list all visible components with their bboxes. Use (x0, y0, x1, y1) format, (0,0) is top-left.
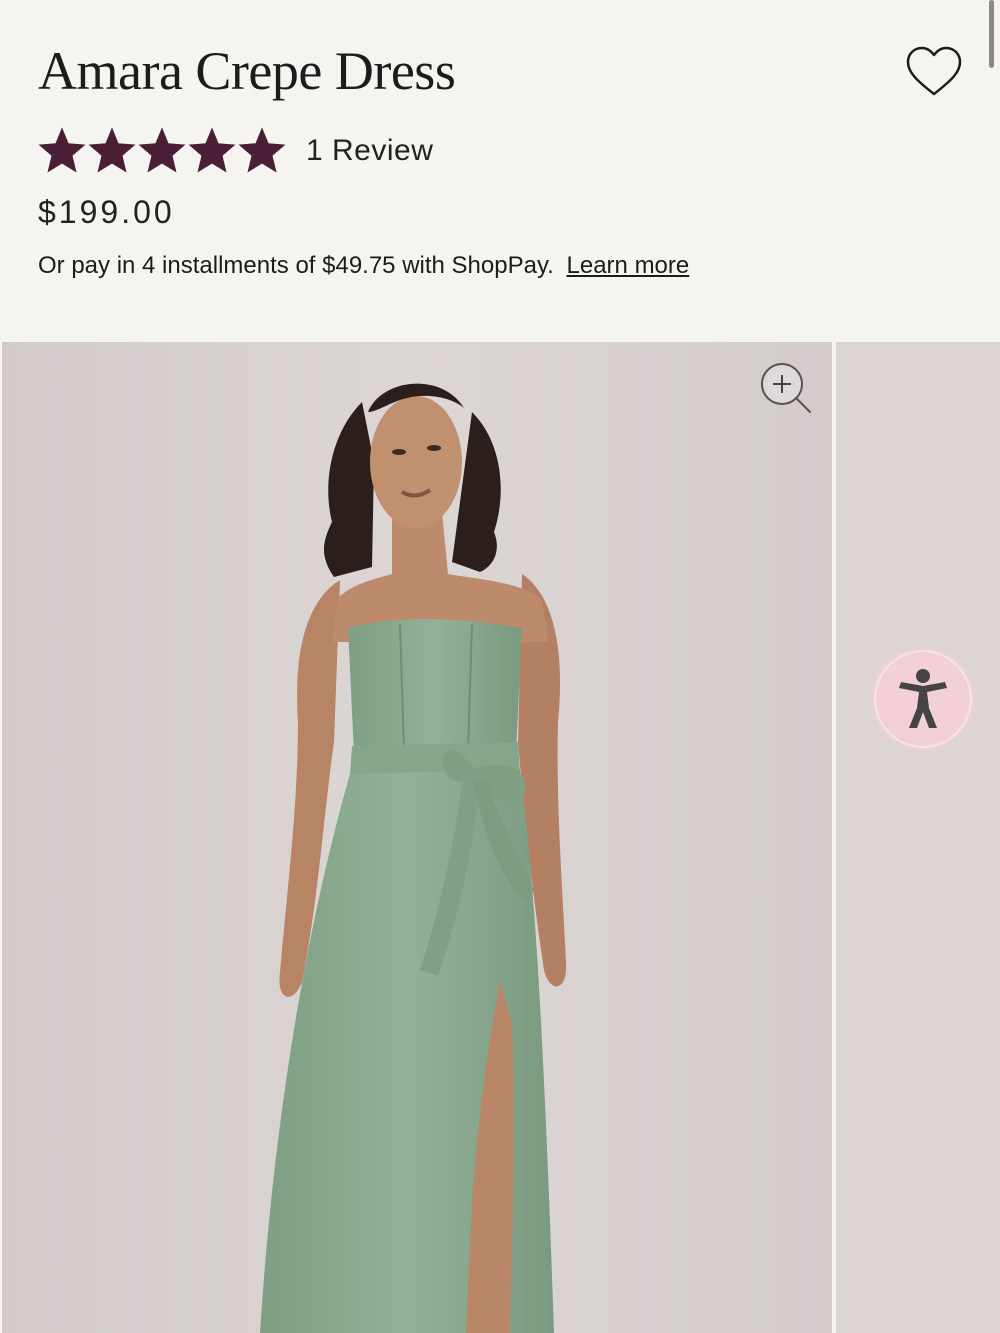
zoom-button[interactable] (758, 360, 816, 418)
product-title: Amara Crepe Dress (38, 41, 456, 101)
page-scrollbar[interactable] (989, 0, 994, 68)
star-icon (88, 127, 136, 173)
accessibility-button[interactable] (874, 650, 972, 748)
review-count-link[interactable]: 1 Review (306, 134, 433, 168)
installments-info: Or pay in 4 installments of $49.75 with … (38, 252, 689, 280)
product-rating[interactable]: 1 Review (38, 124, 433, 178)
gallery-slide-next[interactable] (836, 342, 1000, 1333)
star-icon (238, 127, 286, 173)
product-price: $199.00 (38, 194, 175, 230)
accessibility-person-icon (899, 669, 947, 728)
zoom-in-icon (761, 363, 811, 413)
learn-more-link[interactable]: Learn more (567, 252, 690, 279)
wishlist-button[interactable] (904, 44, 964, 100)
star-icon (188, 127, 236, 173)
gallery-slide-current[interactable] (2, 342, 832, 1333)
star-icon (138, 127, 186, 173)
product-gallery[interactable] (0, 342, 1000, 1333)
star-icon (38, 127, 86, 173)
heart-outline-icon (906, 46, 962, 96)
product-photo (2, 342, 832, 1333)
installments-text: Or pay in 4 installments of $49.75 with … (38, 252, 554, 279)
rating-stars (38, 127, 286, 175)
